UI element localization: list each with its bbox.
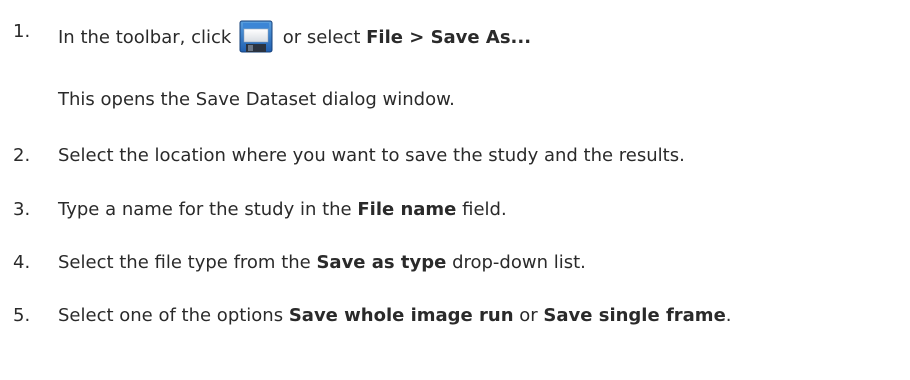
step-number: 4. <box>13 252 31 273</box>
step-text: In the toolbar, click or select File > S… <box>58 20 531 53</box>
step-text: Select the location where you want to sa… <box>58 145 685 166</box>
menu-path: File > Save As... <box>366 27 532 48</box>
step-text: Type a name for the study in the File na… <box>58 198 507 222</box>
step-text-part: In the toolbar, click <box>58 27 232 48</box>
field-name: Save as type <box>316 252 447 273</box>
step-text-part: . <box>725 305 732 326</box>
step-number: 2. <box>13 145 31 166</box>
step-number: 5. <box>13 305 31 326</box>
field-name: File name <box>357 199 457 220</box>
step-number: 3. <box>13 199 31 220</box>
step-text-part: field. <box>456 199 507 220</box>
step-text-part: Select one of the options <box>58 305 289 326</box>
step-text-part: drop-down list. <box>446 252 586 273</box>
step-text-part: Select the file type from the <box>58 252 317 273</box>
option-name: Save single frame <box>543 305 726 326</box>
floppy-disk-save-icon <box>239 20 273 53</box>
option-name: Save whole image run <box>288 305 514 326</box>
step-text: Select one of the options Save whole ima… <box>58 304 732 328</box>
step-text: Select the file type from the Save as ty… <box>58 251 586 275</box>
step-text-part: or <box>513 305 544 326</box>
step-text-part: Type a name for the study in the <box>58 199 358 220</box>
step-text-part: or select <box>277 27 367 48</box>
step-number: 1. <box>13 21 31 42</box>
step-1-note: This opens the Save Dataset dialog windo… <box>58 89 455 110</box>
